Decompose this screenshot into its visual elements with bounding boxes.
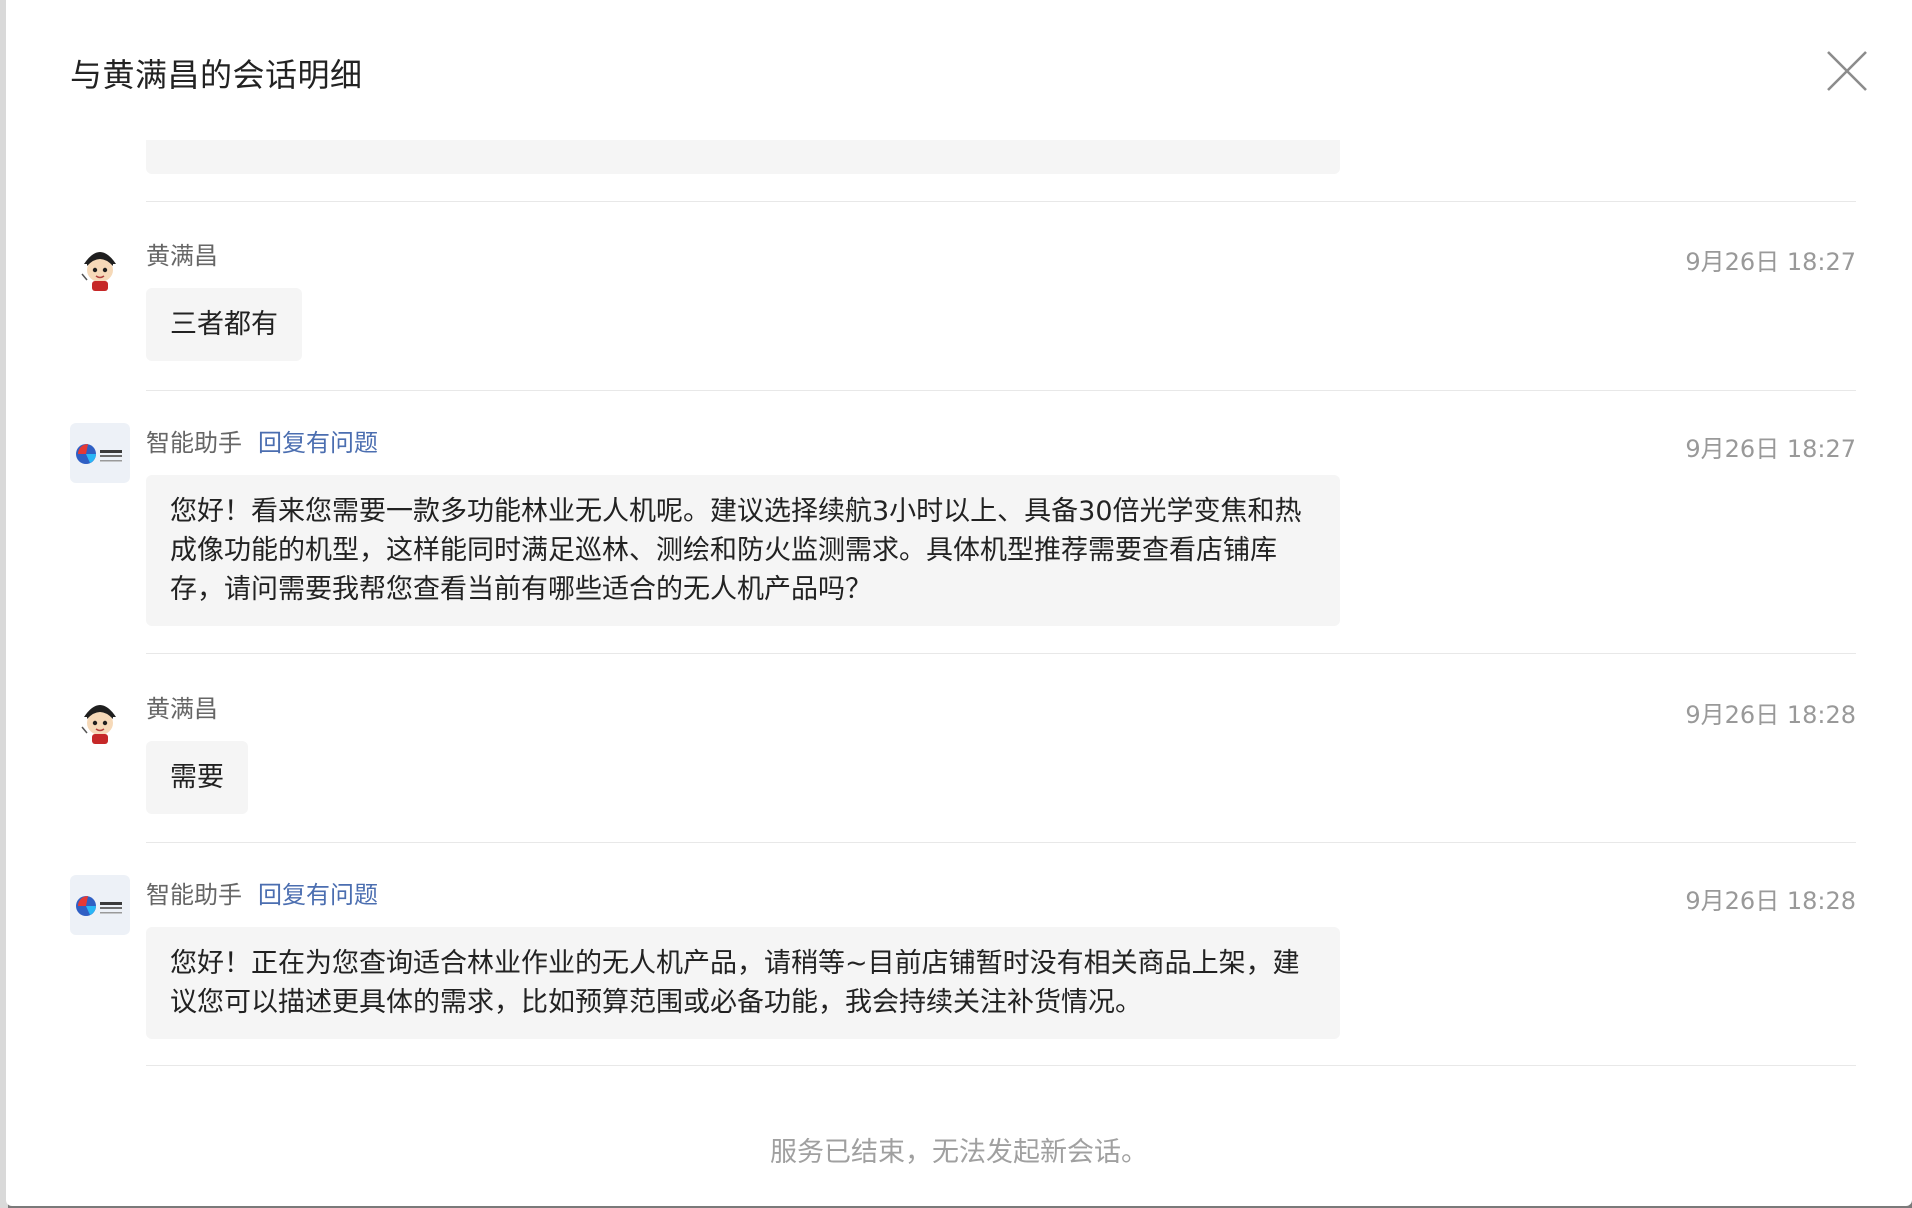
message-item: 黄满昌 9月26日 18:27 三者都有 [6, 236, 1912, 366]
sender-name: 黄满昌 [146, 694, 218, 723]
close-button[interactable] [1824, 48, 1870, 94]
message-bubble: 您好！看来您需要一款多功能林业无人机呢。建议选择续航3小时以上、具备30倍光学变… [146, 475, 1340, 626]
dialog-header: 与黄满昌的会话明细 [6, 0, 1912, 140]
sender-row: 黄满昌 [146, 236, 218, 270]
report-reply-link[interactable]: 回复有问题 [258, 423, 378, 458]
cartoon-avatar-icon [70, 689, 130, 749]
message-timestamp: 9月26日 18:27 [1685, 248, 1856, 276]
message-timestamp: 9月26日 18:28 [1685, 701, 1856, 729]
message-list[interactable]: 黄满昌 9月26日 18:27 三者都有 智能助手 回复有问题 9月26日 18… [6, 140, 1912, 1140]
close-icon [1827, 51, 1867, 91]
message-divider [146, 201, 1856, 202]
report-reply-link[interactable]: 回复有问题 [258, 875, 378, 910]
dialog-title: 与黄满昌的会话明细 [70, 56, 363, 94]
sender-row: 智能助手 回复有问题 [146, 423, 378, 457]
sender-row: 黄满昌 [146, 689, 218, 723]
message-divider [146, 390, 1856, 391]
conversation-detail-dialog: 与黄满昌的会话明细 黄满昌 9月26日 18:27 三者都有 智能助手 回复有问… [6, 0, 1912, 1206]
sender-row: 智能助手 回复有问题 [146, 875, 378, 909]
message-bubble: 三者都有 [146, 288, 302, 361]
sender-name: 黄满昌 [146, 241, 218, 270]
message-timestamp: 9月26日 18:27 [1685, 435, 1856, 463]
message-item: 黄满昌 9月26日 18:28 需要 [6, 689, 1912, 819]
sender-name: 智能助手 [146, 428, 242, 457]
sender-name: 智能助手 [146, 880, 242, 909]
message-item: 智能助手 回复有问题 9月26日 18:27 您好！看来您需要一款多功能林业无人… [6, 423, 1912, 626]
message-divider [146, 653, 1856, 654]
message-bubble: 需要 [146, 741, 248, 814]
message-divider [146, 842, 1856, 843]
bot-logo-icon [70, 875, 130, 935]
message-divider [146, 1065, 1856, 1066]
cartoon-avatar-icon [70, 236, 130, 296]
message-item: 智能助手 回复有问题 9月26日 18:28 您好！正在为您查询适合林业作业的无… [6, 875, 1912, 1039]
message-bubble: 您好！正在为您查询适合林业作业的无人机产品，请稍等~目前店铺暂时没有相关商品上架… [146, 927, 1340, 1039]
message-timestamp: 9月26日 18:28 [1685, 887, 1856, 915]
bot-logo-icon [70, 423, 130, 483]
session-ended-notice: 服务已结束，无法发起新会话。 [770, 1137, 1148, 1168]
clipped-message-bubble [146, 140, 1340, 174]
